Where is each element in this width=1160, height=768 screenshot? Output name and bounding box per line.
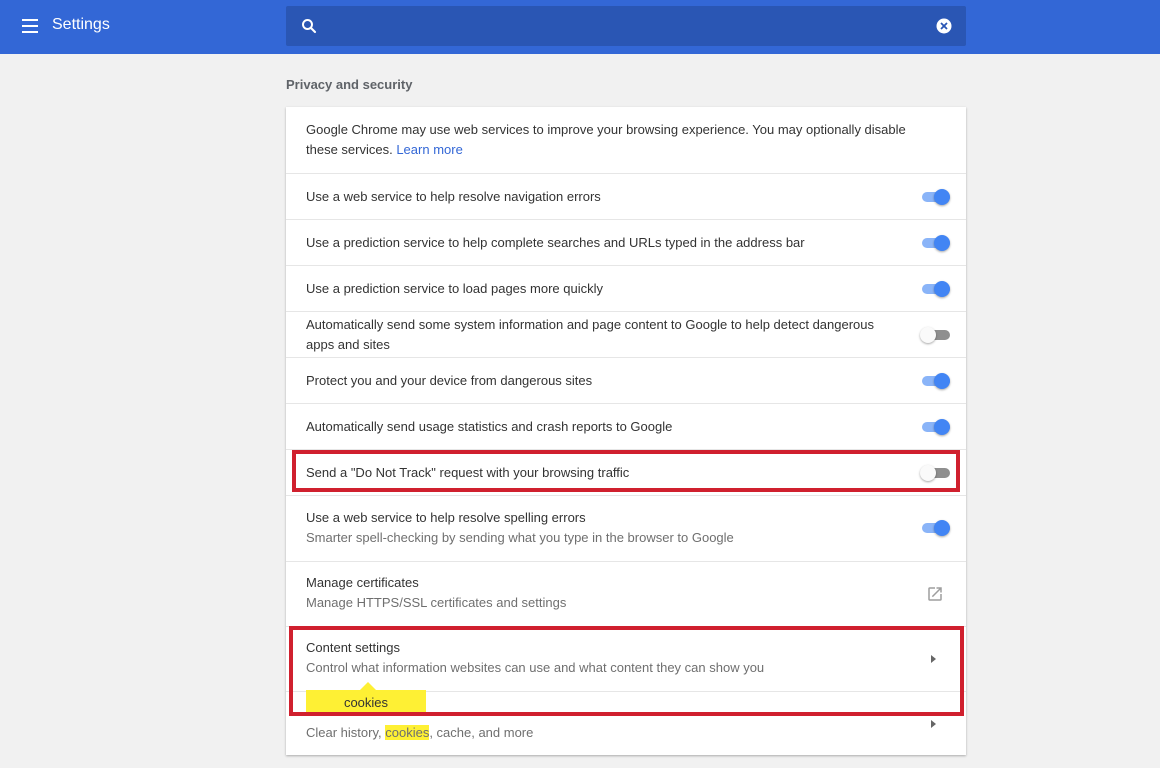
search-bar [286, 6, 966, 46]
setting-row-navigation-errors[interactable]: Use a web service to help resolve naviga… [286, 173, 966, 219]
setting-row-usage-stats[interactable]: Automatically send usage statistics and … [286, 403, 966, 449]
dangerous-sites-toggle[interactable] [920, 371, 950, 391]
setting-label: Use a prediction service to help complet… [306, 235, 805, 250]
intro-text: Google Chrome may use web services to im… [306, 122, 906, 157]
chevron-right-icon[interactable] [931, 720, 936, 728]
manage-certificates-row[interactable]: Manage certificates Manage HTTPS/SSL cer… [286, 561, 966, 626]
safe-browsing-extended-toggle[interactable] [920, 325, 950, 345]
learn-more-link[interactable]: Learn more [396, 142, 462, 157]
setting-label: Automatically send usage statistics and … [306, 419, 673, 434]
setting-sublabel: Smarter spell-checking by sending what y… [306, 530, 734, 545]
tooltip-pointer [360, 682, 376, 690]
section-title: Privacy and security [286, 77, 413, 92]
setting-label: Use a web service to help resolve spelli… [306, 510, 586, 525]
content-settings-sublabel: Control what information websites can us… [306, 660, 765, 675]
chevron-right-icon[interactable] [931, 655, 936, 663]
search-match-highlight: cookies [385, 725, 430, 740]
setting-label: Send a "Do Not Track" request with your … [306, 465, 630, 480]
setting-label: Automatically send some system informati… [306, 317, 875, 352]
setting-row-dangerous-sites[interactable]: Protect you and your device from dangero… [286, 357, 966, 403]
clear-browsing-data-sublabel: Clear history, cookies, cache, and more [306, 725, 534, 740]
search-tooltip: cookies [306, 690, 426, 716]
setting-label: Protect you and your device from dangero… [306, 373, 593, 388]
usage-stats-toggle[interactable] [920, 417, 950, 437]
setting-label: Use a web service to help resolve naviga… [306, 189, 601, 204]
clear-search-icon[interactable] [935, 17, 953, 35]
search-input[interactable] [330, 12, 910, 40]
privacy-card: Google Chrome may use web services to im… [286, 107, 966, 755]
menu-icon[interactable] [20, 18, 40, 34]
top-bar: Settings [0, 0, 1160, 54]
setting-row-do-not-track[interactable]: Send a "Do Not Track" request with your … [286, 449, 966, 495]
do-not-track-toggle[interactable] [920, 463, 950, 483]
intro-row: Google Chrome may use web services to im… [286, 107, 966, 173]
spelling-toggle[interactable] [920, 518, 950, 538]
prediction-pages-toggle[interactable] [920, 279, 950, 299]
manage-certificates-sublabel: Manage HTTPS/SSL certificates and settin… [306, 595, 567, 610]
app-title: Settings [52, 16, 110, 33]
navigation-errors-toggle[interactable] [920, 187, 950, 207]
search-icon [302, 19, 317, 34]
setting-row-prediction-search[interactable]: Use a prediction service to help complet… [286, 219, 966, 265]
setting-row-prediction-pages[interactable]: Use a prediction service to load pages m… [286, 265, 966, 311]
setting-row-safe-browsing-extended[interactable]: Automatically send some system informati… [286, 311, 966, 357]
setting-row-spelling[interactable]: Use a web service to help resolve spelli… [286, 495, 966, 561]
content-settings-row[interactable]: Content settings Control what informatio… [286, 626, 966, 691]
manage-certificates-label: Manage certificates [306, 575, 419, 590]
setting-label: Use a prediction service to load pages m… [306, 281, 603, 296]
open-external-icon[interactable] [926, 585, 944, 603]
prediction-search-toggle[interactable] [920, 233, 950, 253]
content-settings-label: Content settings [306, 640, 400, 655]
